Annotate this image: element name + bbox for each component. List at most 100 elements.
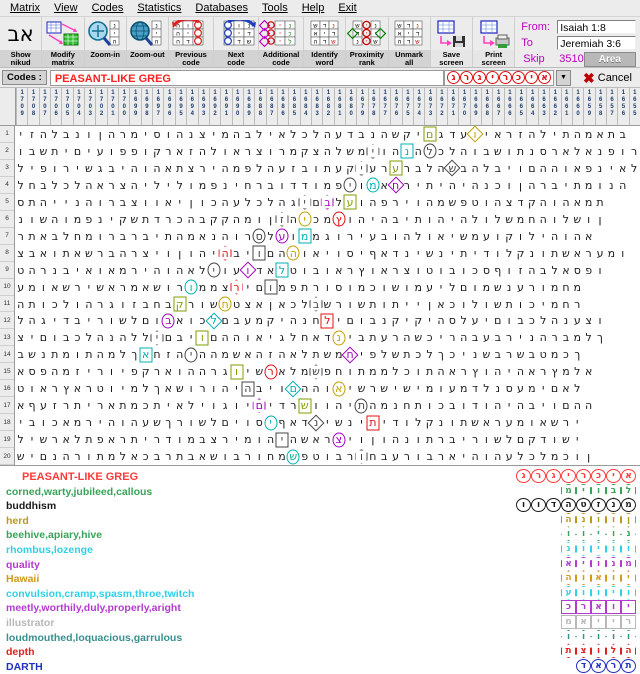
matrix-cell[interactable]: ר	[174, 414, 185, 431]
matrix-cell[interactable]: ר	[538, 363, 549, 380]
matrix-cell[interactable]: ג	[95, 160, 106, 177]
matrix-cell[interactable]: ר	[83, 414, 94, 431]
matrix-cell[interactable]: ו	[288, 228, 299, 245]
matrix-cell[interactable]: ע	[389, 160, 403, 177]
matrix-cell[interactable]: ו	[424, 228, 435, 245]
matrix-cell[interactable]: ל	[208, 143, 219, 160]
matrix-cell[interactable]: ר	[390, 194, 401, 211]
matrix-cell[interactable]: ח	[218, 296, 232, 313]
matrix-cell[interactable]: ס	[503, 380, 514, 397]
result-term[interactable]: meetly,worthily,duly,properly,aright	[6, 601, 430, 616]
matrix-cell[interactable]: ת	[390, 296, 401, 313]
matrix-cell[interactable]: ש	[515, 346, 526, 363]
matrix-cell[interactable]: י	[481, 126, 492, 143]
matrix-cell[interactable]: ב	[26, 245, 37, 262]
matrix-cell[interactable]: ם	[219, 312, 230, 329]
matrix-cell[interactable]: ש	[129, 211, 140, 228]
matrix-cell[interactable]: ל	[469, 211, 480, 228]
matrix-cell[interactable]: ק	[117, 211, 128, 228]
matrix-cell[interactable]: נ	[435, 245, 446, 262]
matrix-cell[interactable]: י	[151, 228, 162, 245]
matrix-cell[interactable]: מ	[549, 448, 560, 465]
matrix-cell[interactable]: ו	[264, 279, 278, 296]
matrix-cell[interactable]	[617, 262, 628, 279]
to-input[interactable]: Jeremiah 3:6	[557, 36, 636, 50]
matrix-cell[interactable]: ב	[197, 211, 208, 228]
matrix-cell[interactable]: ר	[163, 448, 174, 465]
matrix-cell[interactable]: ו	[594, 177, 605, 194]
matrix-cell[interactable]: מ	[197, 279, 208, 296]
matrix-cell[interactable]: י	[117, 363, 128, 380]
matrix-cell[interactable]: ו	[265, 143, 276, 160]
matrix-cell[interactable]: ב	[106, 160, 117, 177]
matrix-cell[interactable]	[606, 279, 617, 296]
matrix-cell[interactable]: ב	[469, 329, 480, 346]
matrix-cell[interactable]: ל	[503, 431, 514, 448]
matrix-cell[interactable]: ב	[242, 126, 253, 143]
matrix-cell[interactable]	[617, 312, 628, 329]
matrix-cell[interactable]: י	[49, 194, 60, 211]
matrix-cell[interactable]: א	[60, 414, 71, 431]
matrix-cell[interactable]: מ	[572, 279, 583, 296]
matrix-cell[interactable]: ב	[424, 448, 435, 465]
matrix-cell[interactable]: ק	[424, 414, 435, 431]
matrix-cell[interactable]: ר	[163, 211, 174, 228]
matrix-cell[interactable]: מ	[276, 448, 287, 465]
matrix-cell[interactable]: כ	[447, 296, 458, 313]
matrix-cell[interactable]: פ	[583, 262, 594, 279]
matrix-cell[interactable]: ש	[424, 245, 435, 262]
matrix-cell[interactable]: ע	[447, 380, 458, 397]
matrix-cell[interactable]: א	[83, 262, 94, 279]
matrix-cell[interactable]: א	[163, 194, 174, 211]
matrix-cell[interactable]: י	[538, 228, 549, 245]
matrix-cell[interactable]: ע	[515, 380, 526, 397]
matrix-cell[interactable]: י	[344, 397, 355, 414]
matrix-cell[interactable]: ע	[276, 160, 287, 177]
matrix-cell[interactable]: ו	[151, 194, 162, 211]
matrix-cell[interactable]: ל	[129, 329, 140, 346]
matrix-cell[interactable]: א	[140, 279, 151, 296]
matrix-cell[interactable]: מ	[549, 346, 560, 363]
matrix-cell[interactable]: צ	[219, 279, 230, 296]
matrix-cell[interactable]: ת	[72, 397, 83, 414]
matrix-cell[interactable]: ו	[322, 448, 333, 465]
matrix-cell[interactable]: ו	[466, 125, 484, 143]
matrix-cell[interactable]: ה	[288, 211, 299, 228]
matrix-cell[interactable]: ה	[492, 363, 503, 380]
matrix-cell[interactable]: ה	[469, 177, 480, 194]
matrix-cell[interactable]	[617, 380, 628, 397]
matrix-cell[interactable]: ש	[560, 431, 571, 448]
matrix-cell[interactable]: ר	[549, 143, 560, 160]
matrix-cell[interactable]: ר	[208, 363, 219, 380]
matrix-cell[interactable]: ז	[265, 346, 276, 363]
matrix-cell[interactable]: ב	[106, 245, 117, 262]
matrix-cell[interactable]: נ	[435, 414, 446, 431]
matrix-cell[interactable]: ה	[447, 177, 458, 194]
matrix-cell[interactable]: ן	[265, 296, 276, 313]
matrix-cell[interactable]: כ	[254, 194, 265, 211]
matrix-cell[interactable]: י	[265, 397, 276, 414]
matrix-cell[interactable]: י	[242, 279, 253, 296]
matrix-cell[interactable]: ר	[344, 228, 355, 245]
matrix-cell[interactable]: כ	[447, 346, 458, 363]
matrix-cell[interactable]: ב	[481, 143, 492, 160]
matrix-cell[interactable]: ה	[435, 312, 446, 329]
matrix-cell[interactable]: ו	[503, 312, 514, 329]
matrix-cell[interactable]: ו	[49, 329, 60, 346]
matrix-cell[interactable]: ד	[254, 262, 265, 279]
matrix-cell[interactable]: י	[265, 329, 276, 346]
matrix-cell[interactable]: צ	[129, 194, 140, 211]
matrix-cell[interactable]: נ	[379, 312, 390, 329]
matrix-cell[interactable]: ה	[60, 448, 71, 465]
matrix-cell[interactable]: ר	[230, 279, 243, 296]
matrix-cell[interactable]: ז	[129, 296, 140, 313]
cancel-button[interactable]: ✖ Cancel	[577, 71, 638, 85]
matrix-cell[interactable]: ב	[26, 414, 37, 431]
matrix-cell[interactable]: ב	[26, 143, 37, 160]
matrix-cell[interactable]: ו	[185, 380, 196, 397]
matrix-cell[interactable]: ד	[299, 177, 310, 194]
matrix-cell[interactable]: ר	[106, 228, 117, 245]
matrix-cell[interactable]: י	[572, 414, 583, 431]
matrix-cell[interactable]: ם	[140, 312, 151, 329]
matrix-cell[interactable]	[606, 194, 617, 211]
